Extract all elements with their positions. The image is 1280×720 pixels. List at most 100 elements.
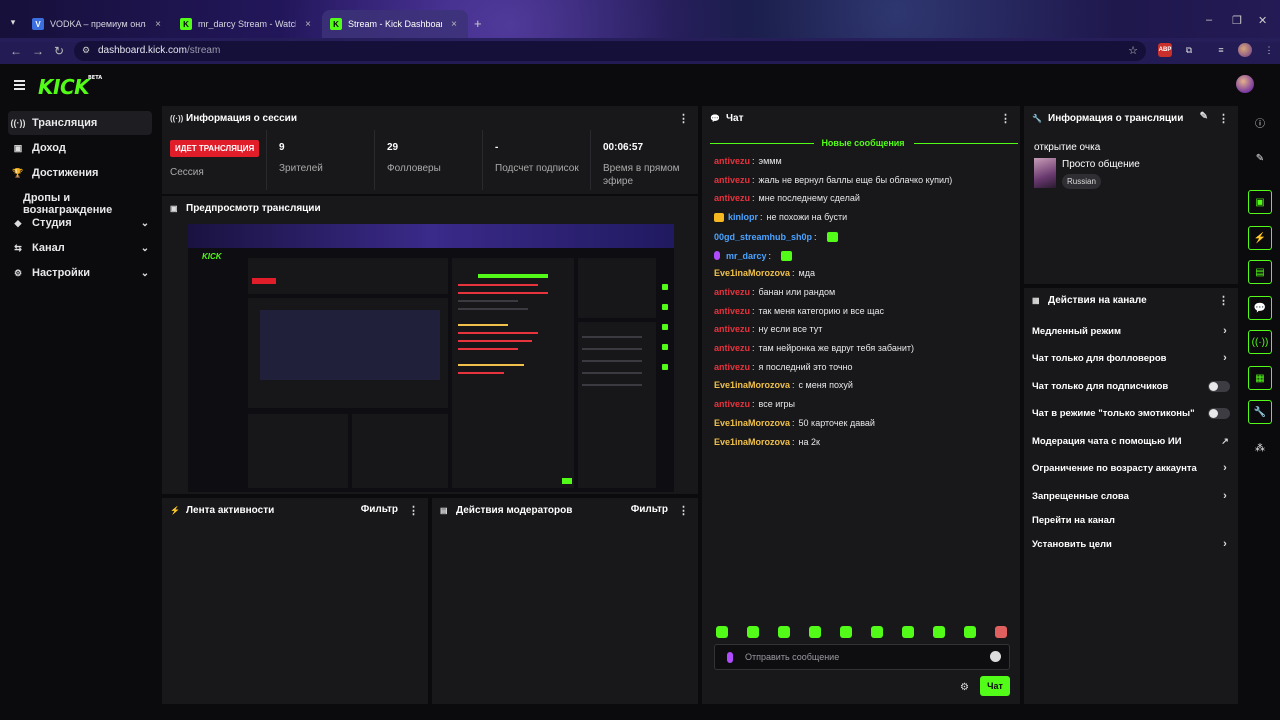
reload-icon[interactable]: ↻ (54, 44, 64, 58)
more-options-icon[interactable]: ⋮ (1218, 112, 1229, 125)
emote-icon[interactable] (840, 626, 852, 638)
preview-chat-line (458, 340, 532, 342)
new-tab-button[interactable]: + (474, 16, 482, 31)
channel-icon[interactable]: ▦ (1248, 366, 1272, 390)
lightning-icon[interactable]: ⚡ (1248, 226, 1272, 250)
forward-icon[interactable]: → (32, 44, 44, 58)
sidebar: ((·)) Трансляция ▣ Доход 🏆 Достижения Др… (0, 106, 160, 720)
broadcast-icon[interactable]: ((·)) (1248, 330, 1272, 354)
close-tab-icon[interactable]: × (302, 19, 314, 30)
send-chat-button[interactable]: Чат (980, 676, 1010, 696)
filter-button[interactable]: Фильтр (361, 504, 398, 515)
browser-tab-dashboard[interactable]: K Stream - Kick Dashboard × (322, 10, 468, 38)
close-tab-icon[interactable]: × (152, 19, 164, 30)
more-options-icon[interactable]: ⋮ (678, 112, 689, 125)
chat-username[interactable]: antivezu (714, 193, 750, 203)
toggle-switch[interactable] (1208, 407, 1230, 419)
hamburger-menu-icon[interactable] (14, 80, 25, 90)
emote-icon[interactable] (716, 626, 728, 638)
preview-send-btn (562, 478, 572, 484)
emote-icon[interactable] (964, 626, 976, 638)
info-icon[interactable]: ⓘ (1248, 110, 1272, 134)
stream-preview-video[interactable]: KICK (188, 224, 674, 492)
chat-username[interactable]: antivezu (714, 343, 750, 353)
channel-action-item[interactable]: Модерация чата с помощью ИИ ↗ (1032, 432, 1230, 450)
chat-username[interactable]: Eve1inaMorozova (714, 418, 790, 428)
chat-username[interactable]: antivezu (714, 399, 750, 409)
sidebar-item-settings[interactable]: ⚙ Настройки ⌄ (8, 261, 152, 285)
maximize-icon[interactable]: ❐ (1232, 14, 1242, 27)
channel-action-label: Перейти на канал (1032, 514, 1115, 526)
chat-username[interactable]: 00gd_streamhub_sh0p (714, 232, 812, 242)
more-options-icon[interactable]: ⋮ (1218, 294, 1229, 307)
chat-username[interactable]: Eve1inaMorozova (714, 268, 790, 278)
more-options-icon[interactable]: ⋮ (678, 504, 689, 517)
channel-action-item[interactable]: Перейти на канал (1032, 511, 1230, 529)
channel-action-item[interactable]: Ограничение по возрасту аккаунта › (1032, 459, 1230, 477)
more-options-icon[interactable]: ⋮ (1000, 112, 1011, 125)
close-tab-icon[interactable]: × (448, 19, 460, 30)
chat-username[interactable]: Eve1inaMorozova (714, 437, 790, 447)
sidebar-item-income[interactable]: ▣ Доход (8, 136, 152, 160)
chat-username[interactable]: Eve1inaMorozova (714, 380, 790, 390)
chat-username[interactable]: antivezu (714, 324, 750, 334)
chat-username[interactable]: antivezu (714, 175, 750, 185)
chat-username[interactable]: antivezu (714, 287, 750, 297)
sidebar-item-label: Достижения (32, 167, 99, 179)
back-icon[interactable]: ← (10, 44, 22, 58)
minimize-icon[interactable]: – (1206, 14, 1212, 26)
sidebar-item-broadcast[interactable]: ((·)) Трансляция (8, 111, 152, 135)
browser-tab-vodka[interactable]: V VODKA – премиум онлайн-ка × (24, 10, 172, 38)
toggle-switch[interactable] (1208, 380, 1230, 392)
chat-username[interactable]: antivezu (714, 306, 750, 316)
user-avatar[interactable] (1236, 75, 1254, 93)
browser-tab-mr-darcy[interactable]: K mr_darcy Stream - Watch Live o × (172, 10, 322, 38)
bookmark-star-icon[interactable]: ☆ (1128, 44, 1138, 57)
stream-category[interactable]: Просто общение (1062, 159, 1140, 170)
edit-pencil-icon[interactable]: ✎ (1200, 111, 1208, 122)
chat-username[interactable]: antivezu (714, 156, 750, 166)
emote-icon[interactable] (902, 626, 914, 638)
profile-avatar-icon[interactable] (1238, 43, 1252, 57)
chat-settings-icon[interactable]: ⚙ (960, 682, 969, 693)
chat-username[interactable]: kinlopr (728, 212, 758, 222)
document-icon[interactable]: ▤ (1248, 260, 1272, 284)
emote-icon[interactable] (809, 626, 821, 638)
channel-action-item[interactable]: Чат в режиме "только эмотиконы" (1032, 404, 1230, 422)
kick-logo[interactable]: KICK BETA (38, 75, 102, 99)
extensions-icon[interactable]: ⧉ (1182, 43, 1196, 57)
adblock-icon[interactable]: ABP (1158, 43, 1172, 57)
channel-action-item[interactable]: Медленный режим › (1032, 322, 1230, 340)
emote-icon[interactable] (778, 626, 790, 638)
address-bar[interactable]: ⚙ dashboard.kick.com/stream ☆ (74, 41, 1146, 61)
chat-bubble-icon[interactable]: 💬 (1248, 296, 1272, 320)
chat-username[interactable]: antivezu (714, 362, 750, 372)
emote-icon[interactable] (871, 626, 883, 638)
sidebar-item-studio[interactable]: ◆ Студия ⌄ (8, 211, 152, 235)
emote-icon[interactable] (933, 626, 945, 638)
apps-icon[interactable]: ⁂ (1248, 436, 1272, 460)
channel-action-item[interactable]: Установить цели › (1032, 535, 1230, 553)
more-options-icon[interactable]: ⋮ (408, 504, 419, 517)
channel-action-item[interactable]: Чат только для фолловеров › (1032, 349, 1230, 367)
chat-input[interactable]: Отправить сообщение (714, 644, 1010, 670)
wrench-icon[interactable]: 🔧 (1248, 400, 1272, 424)
emote-icon[interactable] (747, 626, 759, 638)
sidebar-item-channel[interactable]: ⇆ Канал ⌄ (8, 236, 152, 260)
channel-action-item[interactable]: Запрещенные слова › (1032, 487, 1230, 505)
emote-icon[interactable] (995, 626, 1007, 638)
sidebar-item-achievements[interactable]: 🏆 Достижения (8, 161, 152, 185)
media-controls-icon[interactable]: ≡ (1214, 43, 1228, 57)
filter-button[interactable]: Фильтр (631, 504, 668, 515)
close-window-icon[interactable]: ✕ (1258, 14, 1267, 27)
preview-chat-line (458, 292, 548, 294)
channel-action-item[interactable]: Чат только для подписчиков (1032, 377, 1230, 395)
pencil-icon[interactable]: ✎ (1248, 146, 1272, 170)
panel-header: ⚡ Лента активности Фильтр ⋮ (162, 498, 428, 522)
browser-menu-icon[interactable]: ⋮ (1262, 43, 1276, 57)
preview-toggle-icon[interactable]: ▣ (1248, 190, 1272, 214)
tab-search-icon[interactable]: ▾ (6, 15, 20, 29)
emoji-picker-icon[interactable] (990, 651, 1001, 662)
chat-username[interactable]: mr_darcy (726, 251, 767, 261)
site-info-icon[interactable]: ⚙ (82, 45, 94, 57)
